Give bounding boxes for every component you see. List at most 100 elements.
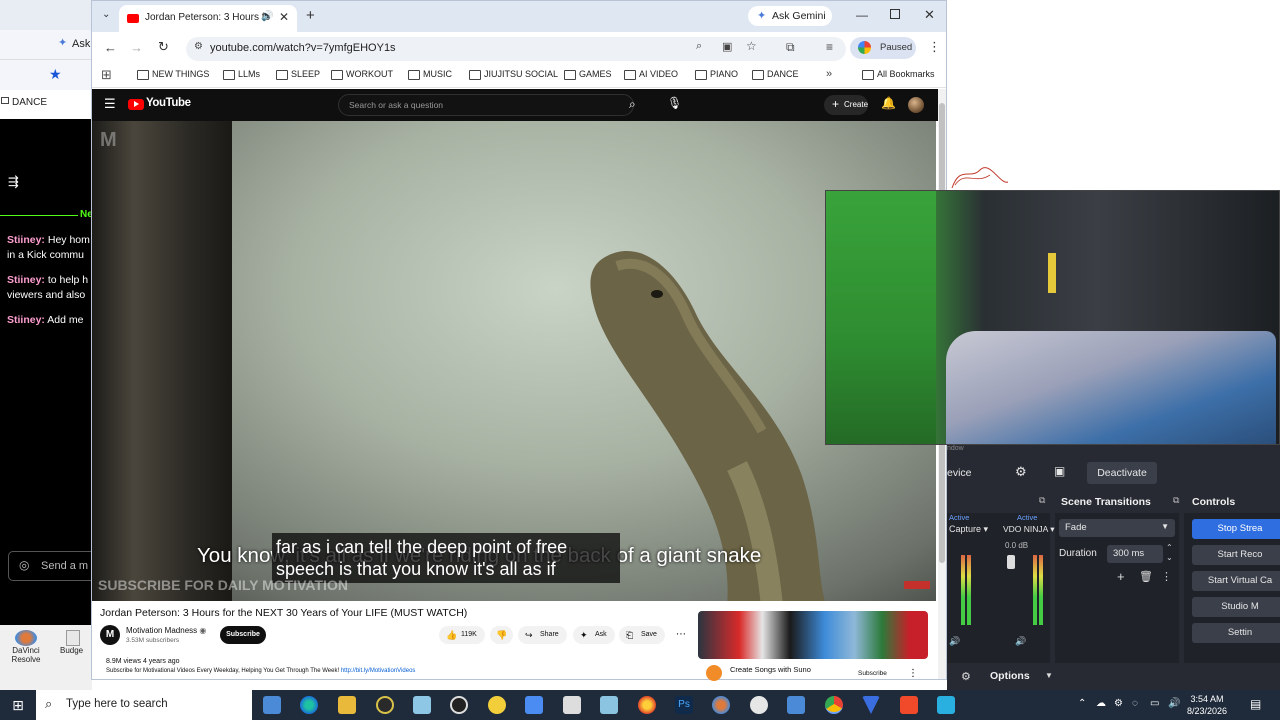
notifications-bell-icon[interactable]: 🔔 [881, 96, 896, 110]
app-icon-4[interactable] [600, 696, 618, 714]
ask-gemini-button[interactable]: ✦ Ask Gemini [748, 6, 832, 26]
profile-paused-button[interactable]: Paused [850, 37, 916, 59]
bookmark-star-icon[interactable]: ☆ [746, 39, 757, 53]
start-button[interactable]: ⊞ [0, 690, 36, 720]
site-info-icon[interactable]: ⚙ [194, 41, 203, 52]
firefox-icon[interactable] [638, 696, 656, 714]
audio-playing-icon[interactable]: 🔊 [261, 11, 273, 22]
bookmark-music[interactable]: MUSIC [408, 69, 452, 80]
all-bookmarks[interactable]: All Bookmarks [862, 69, 935, 80]
app-icon-8[interactable] [937, 696, 955, 714]
bookmark-games[interactable]: GAMES [564, 69, 612, 80]
maximize-button[interactable] [890, 9, 900, 19]
volume-slider-a[interactable] [1007, 555, 1015, 569]
ad-more-icon[interactable]: ⋮ [908, 668, 918, 679]
tab-youtube[interactable]: Jordan Peterson: 3 Hours fo 🔊 ✕ [119, 5, 297, 32]
start-recording-button[interactable]: Start Reco [1192, 545, 1280, 565]
onedrive-icon[interactable]: ☁ [1096, 698, 1106, 709]
budget-desktop-icon[interactable]: Budge [60, 630, 92, 655]
brave-browser-icon[interactable] [900, 696, 918, 714]
app-icon-5[interactable] [750, 696, 768, 714]
like-button[interactable]: 👍 119K [439, 626, 485, 644]
stop-streaming-button[interactable]: Stop Strea [1192, 519, 1280, 539]
description-preview[interactable]: Subscribe for Motivational Videos Every … [106, 668, 415, 674]
extensions-icon[interactable]: ⧉ [786, 40, 795, 55]
obs-studio-icon[interactable] [450, 696, 468, 714]
speaker-icon[interactable]: 🔊 [949, 636, 960, 647]
app-icon-6[interactable] [787, 696, 805, 714]
chrome-icon[interactable] [825, 696, 843, 714]
calculator-app-icon[interactable] [263, 696, 281, 714]
bookmark-dance[interactable]: DANCE [752, 69, 799, 80]
youtube-search-input[interactable]: Search or ask a question ⌕ [338, 94, 636, 116]
apps-grid-icon[interactable]: ⊞ [101, 67, 112, 83]
duration-spinbox[interactable]: 300 ms [1107, 545, 1163, 563]
app-icon-3[interactable] [563, 696, 581, 714]
bookmark-new-things[interactable]: NEW THINGS [137, 69, 209, 80]
options-menu[interactable]: Options [990, 670, 1030, 682]
transition-type-select[interactable]: Fade ▼ [1059, 519, 1175, 537]
network-icon[interactable]: ▭ [1150, 698, 1159, 709]
settings-button[interactable]: Settin [1192, 623, 1280, 643]
taskbar-search-input[interactable]: ⌕ Type here to search [36, 690, 252, 720]
davinci-resolve-icon[interactable] [712, 696, 730, 714]
bookmark-ai-video[interactable]: AI VIDEO [624, 69, 678, 80]
edge-browser-icon[interactable] [300, 696, 318, 714]
description-link[interactable]: http://bit.ly/MotivationVideos [341, 668, 416, 674]
new-tab-button[interactable]: + [306, 7, 315, 24]
create-button[interactable]: + Create [824, 95, 868, 115]
transition-menu-icon[interactable]: ⋮ [1161, 570, 1172, 583]
photoshop-icon[interactable]: Ps [675, 696, 693, 714]
volume-icon[interactable]: 🔊 [1168, 698, 1180, 709]
show-hidden-icons-icon[interactable]: ⌃ [1078, 698, 1086, 709]
minimize-button[interactable]: — [856, 8, 868, 22]
close-tab-icon[interactable]: ✕ [279, 10, 289, 24]
app-icon-1[interactable] [376, 696, 394, 714]
add-transition-icon[interactable]: + [1117, 569, 1125, 584]
studio-mode-button[interactable]: Studio M [1192, 597, 1280, 617]
ask-button[interactable]: ✦ Ask [573, 626, 615, 644]
mixer-source-a[interactable]: Capture ▾ [949, 524, 999, 535]
bookmark-piano[interactable]: PIANO [695, 69, 738, 80]
zoom-icon[interactable]: ⌕ [696, 40, 702, 53]
transitions-dock-menu-icon[interactable]: ⧉ [1173, 495, 1179, 506]
docs-icon[interactable] [525, 696, 543, 714]
sponsored-ad-card[interactable]: Create Songs with Suno Subscribe ⋮ [698, 611, 928, 681]
filters-icon[interactable]: ▣ [1054, 464, 1065, 478]
bookmark-workout[interactable]: WORKOUT [331, 69, 393, 80]
kebab-menu-icon[interactable]: ⋮ [928, 39, 941, 55]
search-icon[interactable]: ⌕ [629, 97, 636, 112]
back-button[interactable]: ← [104, 40, 117, 55]
app-icon-2[interactable] [413, 696, 431, 714]
menu-icon[interactable]: ⇶ [8, 174, 19, 190]
more-bookmarks-chevron-icon[interactable]: » [826, 68, 832, 80]
address-bar[interactable]: ⚙ youtube.com/watch?v=7ymfgEHOY1s ⌕ ▣ ☆ [186, 37, 846, 61]
channel-name[interactable]: Motivation Madness ◉ [126, 626, 206, 635]
notifications-icon[interactable]: ▤ [1250, 697, 1261, 711]
save-button[interactable]: ⎗ Save [619, 626, 665, 644]
close-window-button[interactable]: ✕ [924, 7, 935, 23]
mixer-dock-menu-icon[interactable]: ⧉ [1039, 495, 1045, 506]
more-actions-icon[interactable]: ⋯ [676, 629, 686, 640]
voice-search-mic-icon[interactable]: 🎙 [667, 96, 682, 110]
account-avatar[interactable] [908, 97, 924, 113]
emote-icon[interactable]: ◎ [19, 558, 29, 572]
dislike-button[interactable]: 👎 [490, 626, 514, 644]
remove-transition-icon[interactable]: 🗑 [1139, 570, 1153, 583]
speaker-icon[interactable]: 🔊 [1015, 636, 1026, 647]
background-bookmark-dance[interactable]: DANCE [0, 92, 92, 114]
clock[interactable]: 3:54 AM 8/23/2026 [1187, 693, 1227, 717]
app-icon-7[interactable] [862, 696, 880, 714]
cast-icon[interactable]: ▣ [722, 40, 732, 53]
start-virtual-camera-button[interactable]: Start Virtual Ca [1192, 571, 1280, 591]
ad-subscribe-button[interactable]: Subscribe [858, 670, 887, 677]
hamburger-menu-icon[interactable]: ☰ [104, 96, 116, 112]
bookmark-sleep[interactable]: SLEEP [276, 69, 320, 80]
background-ask-tab[interactable]: ✦ Ask [0, 30, 92, 60]
bookmark-jiujitsu-social[interactable]: JIUJITSU SOCIAL [469, 69, 558, 80]
chat-send-input[interactable]: ◎ Send a m [8, 551, 92, 581]
lightbulb-app-icon[interactable] [488, 696, 506, 714]
app-tray-icon[interactable]: ⚙ [1114, 698, 1123, 709]
forward-button[interactable]: → [130, 40, 143, 55]
spinbox-arrows-icon[interactable]: ⌃ ⌄ [1166, 543, 1173, 563]
